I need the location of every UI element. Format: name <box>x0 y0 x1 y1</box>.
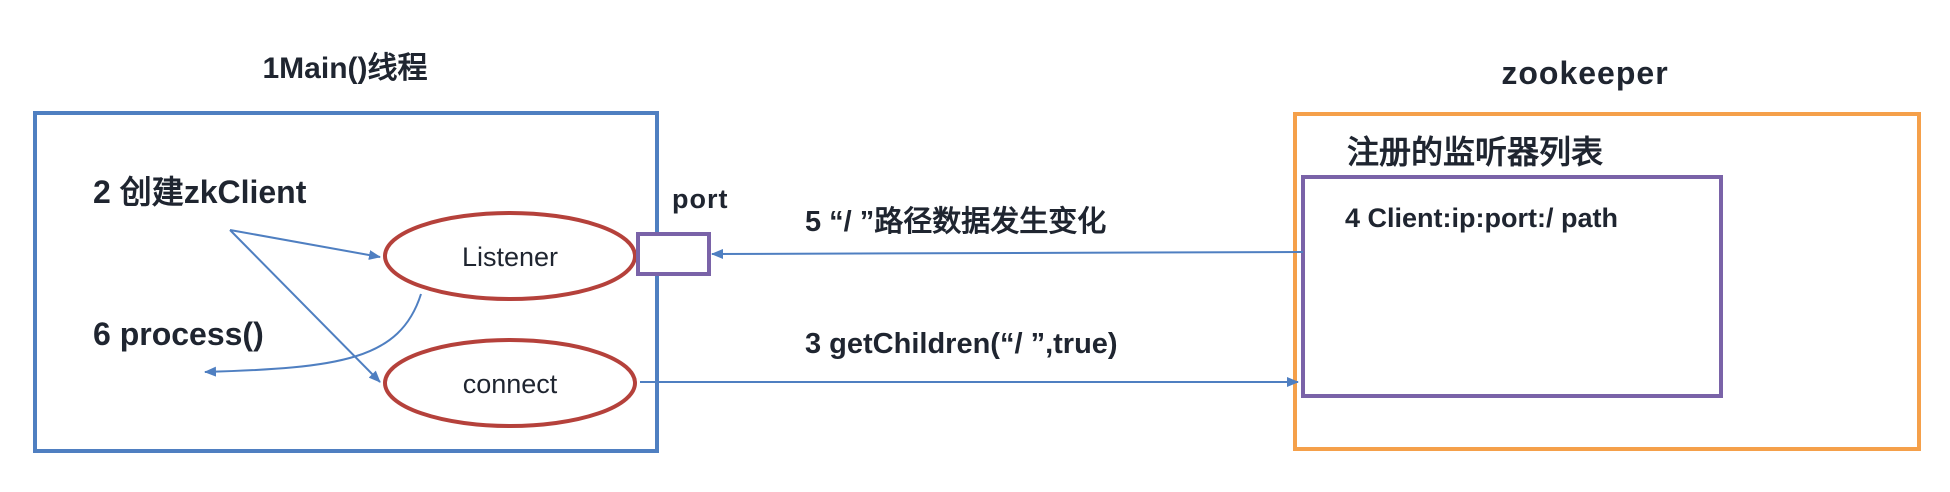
zookeeper-title: zookeeper <box>1501 55 1668 91</box>
connect-label: connect <box>463 369 558 399</box>
listener-label: Listener <box>462 242 558 272</box>
port-label: port <box>672 184 728 214</box>
create-client-label: 2 创建zkClient <box>93 174 307 210</box>
registry-title: 注册的监听器列表 <box>1347 134 1603 170</box>
main-thread-title: 1Main()线程 <box>263 52 428 85</box>
arrow-data-changed <box>711 248 1304 259</box>
registry-entry: 4 Client:ip:port:/ path <box>1345 203 1618 233</box>
process-label: 6 process() <box>93 316 264 352</box>
data-changed-label: 5 “/ ”路径数据发生变化 <box>805 204 1106 238</box>
diagram-canvas: 1Main()线程 2 创建zkClient 6 process() Liste… <box>33 52 1921 453</box>
get-children-label: 3 getChildren(“/ ”,true) <box>805 328 1118 360</box>
port-box <box>636 232 711 276</box>
